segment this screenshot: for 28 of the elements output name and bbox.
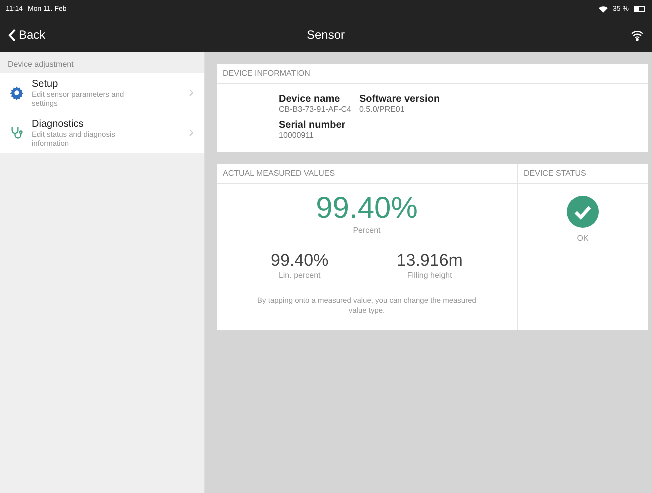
item-title: Setup bbox=[32, 78, 60, 90]
field-value: 10000911 bbox=[279, 131, 315, 140]
field-value: 0.5.0/PRE01 bbox=[359, 105, 406, 114]
chevron-right-icon bbox=[189, 89, 194, 97]
field-label: Software version bbox=[359, 94, 440, 105]
item-title: Diagnostics bbox=[32, 118, 85, 130]
gear-icon bbox=[10, 86, 24, 100]
card-title: ACTUAL MEASURED VALUES bbox=[217, 164, 517, 184]
field-value: CB-B3-73-91-AF-C4 bbox=[279, 105, 352, 114]
card-title: DEVICE STATUS bbox=[518, 164, 648, 184]
status-label: OK bbox=[577, 234, 589, 243]
card-title: DEVICE INFORMATION bbox=[217, 64, 648, 84]
back-button[interactable]: Back bbox=[8, 28, 68, 42]
section-header: Device adjustment bbox=[7, 59, 75, 71]
field-label: Device name bbox=[279, 94, 342, 105]
value-label: Filling height bbox=[406, 271, 454, 280]
value-label: Percent bbox=[352, 226, 382, 235]
wifi-icon[interactable] bbox=[631, 30, 644, 40]
measured-value[interactable]: 13.916m bbox=[396, 251, 463, 271]
field-label: Serial number bbox=[279, 120, 347, 131]
wifi-icon bbox=[599, 6, 608, 12]
measured-value[interactable]: 99.40% bbox=[271, 251, 329, 271]
chevron-left-icon bbox=[8, 28, 16, 42]
value-label: Lin. percent bbox=[278, 271, 322, 280]
battery-icon bbox=[634, 6, 646, 12]
chevron-right-icon bbox=[189, 129, 194, 137]
screen-title: Sensor bbox=[306, 28, 346, 42]
stethoscope-icon bbox=[10, 126, 24, 140]
